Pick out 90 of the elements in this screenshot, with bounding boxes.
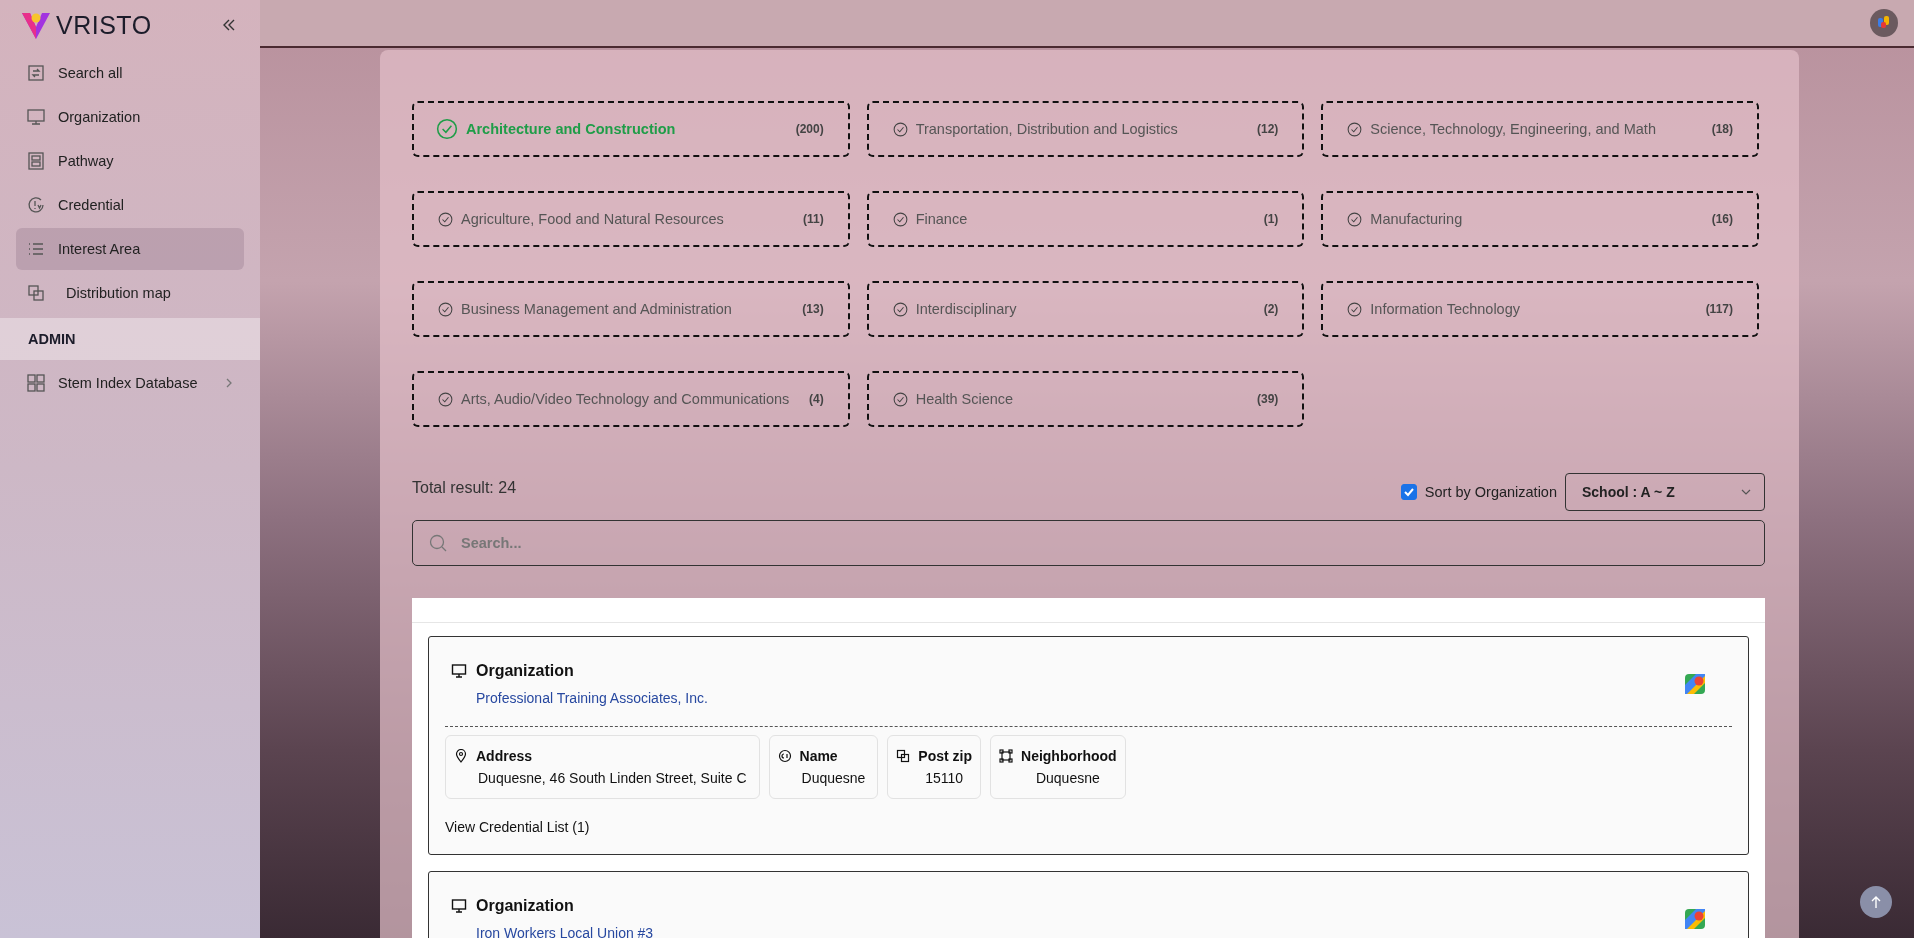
field-value: Duquesne, 46 South Linden Street, Suite C bbox=[477, 770, 748, 786]
sidebar-item[interactable]: Distribution map bbox=[16, 272, 244, 314]
sort-select[interactable]: School : A ~ Z bbox=[1565, 473, 1765, 511]
collapse-icon[interactable] bbox=[222, 18, 236, 32]
tile-label: Interdisciplinary bbox=[915, 301, 1018, 317]
field-label: Name bbox=[799, 748, 838, 764]
search-field[interactable]: Search... bbox=[412, 520, 1765, 566]
tile-count: (1) bbox=[1263, 212, 1279, 226]
sidebar-item[interactable]: Stem Index Database bbox=[16, 362, 244, 404]
tile-label: Architecture and Construction bbox=[466, 121, 677, 137]
sidebar-item[interactable]: Organization bbox=[16, 96, 244, 138]
tile-label: Business Management and Administration bbox=[461, 301, 733, 317]
tile-count: (39) bbox=[1257, 392, 1279, 406]
tile-count: (18) bbox=[1711, 122, 1733, 136]
credential-icon bbox=[26, 195, 46, 215]
check-circle-icon bbox=[892, 211, 908, 227]
total-result: Total result: 24 bbox=[412, 479, 517, 497]
check-circle-icon bbox=[892, 301, 908, 317]
tile-label: Transportation, Distribution and Logistics bbox=[915, 121, 1179, 137]
interest-area-tile[interactable]: Manufacturing (16) bbox=[1321, 191, 1759, 247]
interest-area-tile[interactable]: Information Technology (117) bbox=[1321, 281, 1759, 337]
interest-area-tile[interactable]: Interdisciplinary (2) bbox=[866, 281, 1305, 337]
monitor-icon bbox=[451, 663, 467, 679]
tile-count: (200) bbox=[795, 122, 824, 136]
card-title: Organization bbox=[476, 897, 574, 915]
tile-label: Information Technology bbox=[1370, 301, 1521, 317]
avatar-icon[interactable] bbox=[1870, 9, 1898, 37]
tile-count: (117) bbox=[1705, 302, 1733, 316]
name-icon bbox=[777, 749, 792, 763]
field-label: Post zip bbox=[918, 748, 972, 764]
interest-area-tile[interactable]: Science, Technology, Engineering, and Math (18) bbox=[1321, 101, 1759, 157]
tile-count: (11) bbox=[802, 212, 824, 226]
tile-count: (2) bbox=[1263, 302, 1279, 316]
interest-area-tile[interactable]: Arts, Audio/Video Technology and Communications (4) bbox=[412, 371, 850, 427]
address-icon bbox=[454, 749, 468, 763]
interest-area-tile[interactable]: Health Science (39) bbox=[866, 371, 1305, 427]
section-heading: ADMIN bbox=[28, 331, 76, 347]
card-title: Organization bbox=[476, 662, 574, 680]
check-circle-icon bbox=[892, 391, 908, 407]
arrow-up-icon bbox=[1870, 895, 1882, 909]
tile-count: (4) bbox=[809, 392, 824, 406]
monitor-icon bbox=[26, 107, 46, 127]
field-label: Address bbox=[476, 748, 533, 764]
checkbox[interactable] bbox=[1400, 484, 1417, 500]
search-icon bbox=[428, 533, 448, 553]
brand-name: VRISTO bbox=[56, 10, 153, 40]
field-value: Duquesne bbox=[1034, 770, 1101, 786]
tile-count: (16) bbox=[1711, 212, 1733, 226]
sidebar-item[interactable]: Pathway bbox=[16, 140, 244, 182]
sort-checkbox[interactable]: Sort by Organization bbox=[1400, 484, 1557, 500]
check-circle-icon bbox=[892, 121, 908, 137]
interest-area-tile[interactable]: Transportation, Distribution and Logistics (12) bbox=[866, 101, 1305, 157]
check-circle-icon bbox=[1347, 211, 1363, 227]
tile-label: Finance bbox=[915, 211, 969, 227]
tile-count: (13) bbox=[802, 302, 824, 316]
field-value: Duquesne bbox=[800, 770, 867, 786]
tile-label: Agriculture, Food and Natural Resources bbox=[461, 211, 725, 227]
sidebar-item[interactable]: Search all bbox=[16, 52, 244, 94]
tile-label: Health Science bbox=[915, 391, 1015, 407]
neighborhood-icon bbox=[999, 749, 1013, 763]
field-label: Neighborhood bbox=[1021, 748, 1117, 764]
tile-label: Science, Technology, Engineering, and Math bbox=[1370, 121, 1657, 137]
check-circle-icon bbox=[438, 391, 453, 407]
pathway-icon bbox=[26, 151, 46, 171]
interest-area-tile[interactable]: Architecture and Construction (200) bbox=[412, 101, 850, 157]
check-circle-icon bbox=[436, 118, 458, 140]
tile-label: Manufacturing bbox=[1370, 211, 1464, 227]
check-circle-icon bbox=[438, 211, 453, 227]
zip-icon bbox=[896, 749, 911, 763]
monitor-icon bbox=[451, 898, 467, 914]
tile-count: (12) bbox=[1257, 122, 1279, 136]
interest-area-tile[interactable]: Finance (1) bbox=[866, 191, 1305, 247]
check-circle-icon bbox=[1347, 121, 1363, 137]
map-icon bbox=[26, 283, 46, 303]
map-pin-icon[interactable] bbox=[1684, 673, 1706, 695]
interest-area-tile[interactable]: Business Management and Administration (13) bbox=[412, 281, 850, 337]
sidebar-item[interactable]: Credential bbox=[16, 184, 244, 226]
credential-list-link[interactable]: View Credential List (1) bbox=[445, 819, 590, 835]
sidebar-item[interactable]: Interest Area bbox=[16, 228, 244, 270]
caret-icon bbox=[1740, 488, 1752, 496]
interest-area-tile[interactable]: Agriculture, Food and Natural Resources (11) bbox=[412, 191, 850, 247]
organization-link[interactable]: Professional Training Associates, Inc. bbox=[476, 690, 708, 706]
field-value: 15110 bbox=[924, 770, 965, 786]
organization-link[interactable]: Iron Workers Local Union #3 bbox=[476, 925, 654, 938]
map-pin-icon[interactable] bbox=[1684, 908, 1706, 930]
check-circle-icon bbox=[438, 301, 453, 317]
tile-label: Arts, Audio/Video Technology and Communications bbox=[461, 391, 791, 407]
check-circle-icon bbox=[1347, 301, 1363, 317]
search-icon bbox=[26, 63, 46, 83]
grid-icon bbox=[26, 373, 46, 393]
